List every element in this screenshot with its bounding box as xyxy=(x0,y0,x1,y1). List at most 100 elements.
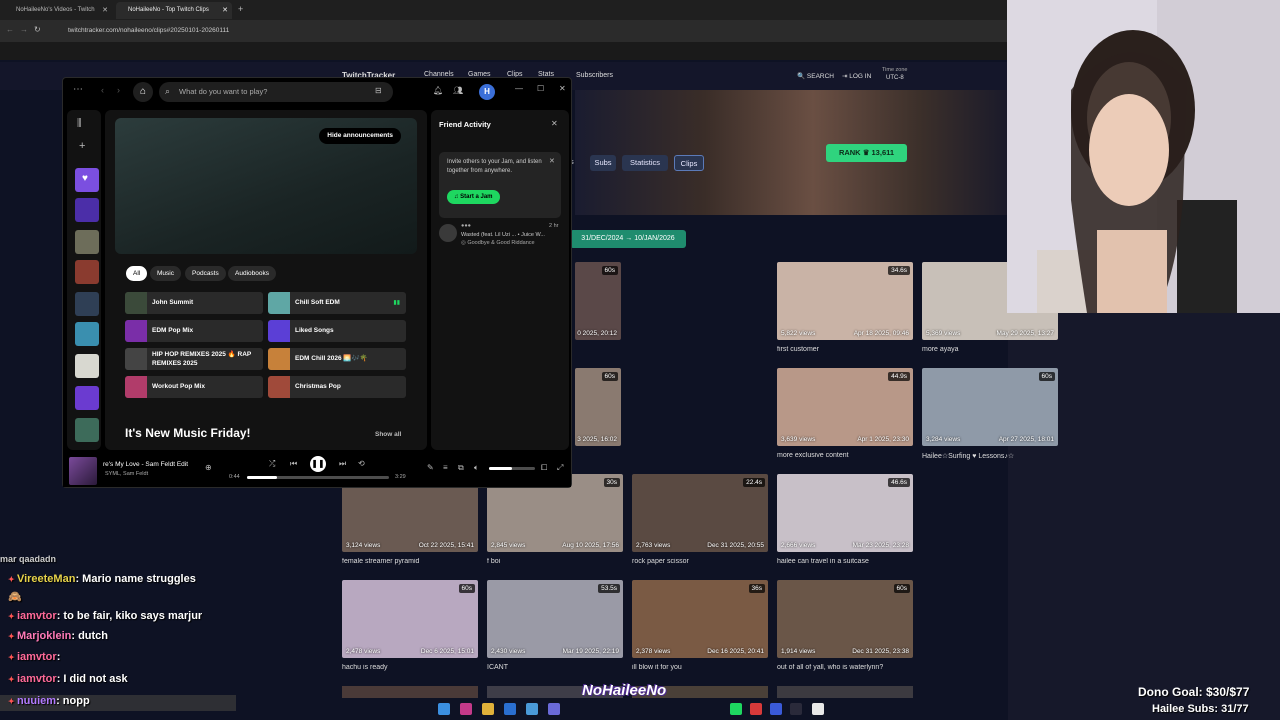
filter-music[interactable]: Music xyxy=(150,266,181,281)
playlist-thumb[interactable] xyxy=(75,322,99,346)
clip-thumbnail[interactable]: 53.5s 2,430 views Mar 19 2025, 22:19 xyxy=(487,580,623,658)
back-icon[interactable]: ← xyxy=(6,25,14,34)
close-icon[interactable]: ✕ xyxy=(559,84,566,93)
clip-thumbnail[interactable]: 44.9s 3,639 views Apr 1 2025, 23:30 xyxy=(777,368,913,446)
close-tab-icon[interactable]: ✕ xyxy=(102,2,108,19)
track-artist[interactable]: SYML, Sam Feldt xyxy=(105,471,148,477)
chat-username[interactable]: VireeteMan xyxy=(17,573,76,585)
hide-announcements-button[interactable]: Hide announcements xyxy=(319,128,401,144)
clip-thumbnail[interactable]: 60s 0 2025, 20:12 xyxy=(575,262,621,340)
connect-device-icon[interactable]: ⧉ xyxy=(458,463,464,473)
app-icon[interactable] xyxy=(548,703,560,715)
forward-icon[interactable]: → xyxy=(20,25,28,34)
playlist-thumb[interactable] xyxy=(75,198,99,222)
clip-title[interactable]: first customer xyxy=(777,346,913,353)
progress-bar[interactable] xyxy=(247,476,389,479)
browser-tab[interactable]: NoHaileeNo's Videos - Twitch ✕ xyxy=(4,2,112,19)
repeat-icon[interactable]: ⟲ xyxy=(358,459,365,468)
fullscreen-icon[interactable]: ⤢ xyxy=(557,463,563,473)
spotify-search-input[interactable]: What do you want to play? xyxy=(159,82,393,102)
volume-icon[interactable]: 🔈︎ xyxy=(474,463,479,473)
start-jam-button[interactable]: ♫ Start a Jam xyxy=(447,190,500,204)
timezone-select[interactable]: UTC-8 xyxy=(886,75,904,81)
clip-thumbnail[interactable]: 34.6s 5,822 views Apr 18 2025, 09:46 xyxy=(777,262,913,340)
playlist-thumb[interactable] xyxy=(75,418,99,442)
clip-title[interactable]: more ayaya xyxy=(922,346,1058,353)
clip-title[interactable]: hailee can travel in a suitcase xyxy=(777,558,913,565)
obs-icon[interactable] xyxy=(790,703,802,715)
clip-thumbnail[interactable]: 46.6s 2,666 views Mar 23 2025, 23:28 xyxy=(777,474,913,552)
quick-pick-item[interactable]: John Summit xyxy=(125,292,263,314)
mini-player-icon[interactable]: ⧠ xyxy=(541,463,547,473)
filter-all[interactable]: All xyxy=(126,266,148,281)
previous-icon[interactable]: ⏮ xyxy=(290,459,297,469)
forward-arrow-icon[interactable]: › xyxy=(117,85,120,95)
clip-thumbnail[interactable]: 60s 3 2025, 16:02 xyxy=(575,368,621,446)
chat-username[interactable]: Marjoklein xyxy=(17,630,71,642)
chat-username[interactable]: nuuiem xyxy=(17,695,56,707)
date-range-chip[interactable]: 31/DEC/2024 → 10/JAN/2026 xyxy=(570,230,686,248)
quick-pick-item[interactable]: Christmas Pop xyxy=(268,376,406,398)
clip-title[interactable]: more exclusive content xyxy=(777,452,913,459)
playlist-thumb[interactable] xyxy=(75,386,99,410)
app-icon[interactable] xyxy=(460,703,472,715)
close-tab-icon[interactable]: ✕ xyxy=(222,2,228,19)
lyrics-icon[interactable]: ≡ xyxy=(443,463,448,472)
activity-track[interactable]: Wasted (feat. Lil Uzi ... • Juice W... xyxy=(461,232,561,238)
edge-icon[interactable] xyxy=(526,703,538,715)
quick-pick-item[interactable]: HIP HOP REMIXES 2025 🔥 RAP REMIXES 2025 xyxy=(125,348,263,370)
clip-thumbnail-partial[interactable] xyxy=(777,686,913,698)
chat-username[interactable]: iamvtor xyxy=(17,610,57,622)
spotify-icon[interactable] xyxy=(730,703,742,715)
avatar[interactable] xyxy=(439,224,457,242)
next-icon[interactable]: ⏭ xyxy=(339,459,346,469)
show-all-link[interactable]: Show all xyxy=(375,431,401,438)
activity-album[interactable]: ◎ Goodbye & Good Riddance xyxy=(461,240,535,246)
clip-title[interactable]: ill blow it for you xyxy=(632,664,768,671)
clip-title[interactable]: female streamer pyramid xyxy=(342,558,478,565)
clip-thumbnail[interactable]: 60s 2,478 views Dec 6 2025, 15:01 xyxy=(342,580,478,658)
now-playing-view-icon[interactable]: ✎ xyxy=(427,463,434,472)
tab-subs[interactable]: Subs xyxy=(590,155,616,171)
library-icon[interactable]: ⫼ xyxy=(77,118,82,129)
maximize-icon[interactable]: ☐ xyxy=(537,84,544,93)
track-title[interactable]: re's My Love - Sam Feldt Edit xyxy=(103,461,198,468)
quick-pick-item[interactable]: EDM Chill 2026 🌅🎶🌴 xyxy=(268,348,406,370)
clip-thumbnail[interactable]: 36s 2,378 views Dec 16 2025, 20:41 xyxy=(632,580,768,658)
reload-icon[interactable]: ↻ xyxy=(34,25,41,34)
liked-songs-thumb[interactable]: ♥ xyxy=(75,168,99,192)
tab-statistics[interactable]: Statistics xyxy=(622,155,668,171)
quick-pick-item[interactable]: Workout Pop Mix xyxy=(125,376,263,398)
browser-tab-active[interactable]: NoHaileeNo - Top Twitch Clips ✕ xyxy=(116,2,232,19)
playlist-thumb[interactable] xyxy=(75,260,99,284)
quick-pick-item[interactable]: Liked Songs xyxy=(268,320,406,342)
chat-username[interactable]: iamvtor xyxy=(17,651,57,663)
new-tab-icon[interactable]: + xyxy=(238,4,243,14)
clip-title[interactable]: Hailee☆Surfing ♥ Lessons♪☆ xyxy=(922,452,1058,460)
avatar[interactable]: H xyxy=(479,84,495,100)
clip-title[interactable]: rock paper scissor xyxy=(632,558,768,565)
album-art[interactable] xyxy=(69,457,97,485)
address-input[interactable]: twitchtracker.com/nohaileeno/clips#20250… xyxy=(60,23,620,39)
login-button[interactable]: ⇥ LOG IN xyxy=(842,72,871,80)
clip-thumbnail-partial[interactable] xyxy=(342,686,478,698)
filter-podcasts[interactable]: Podcasts xyxy=(185,266,226,281)
nav-subscribers[interactable]: Subscribers xyxy=(576,72,613,79)
playlist-thumb[interactable] xyxy=(75,230,99,254)
clip-thumbnail[interactable]: 22.4s 2,763 views Dec 31 2025, 20:55 xyxy=(632,474,768,552)
minimize-icon[interactable]: — xyxy=(515,84,523,93)
clip-thumbnail[interactable]: 60s 3,284 views Apr 27 2025, 18:01 xyxy=(922,368,1058,446)
back-arrow-icon[interactable]: ‹ xyxy=(101,85,104,95)
pause-button[interactable]: ❚❚ xyxy=(310,456,326,472)
more-icon[interactable]: ⋯ xyxy=(73,84,83,95)
site-search-button[interactable]: 🔍 SEARCH xyxy=(797,72,834,80)
clip-title[interactable]: ICANT xyxy=(487,664,623,671)
close-icon[interactable]: ✕ xyxy=(551,119,558,128)
filter-audiobooks[interactable]: Audiobooks xyxy=(228,266,276,281)
bell-icon[interactable]: 🔔︎ xyxy=(433,86,443,95)
clip-thumbnail[interactable]: 60s 1,914 views Dec 31 2025, 23:38 xyxy=(777,580,913,658)
app-icon[interactable] xyxy=(750,703,762,715)
quick-pick-item[interactable]: Chill Soft EDM ▮▮ xyxy=(268,292,406,314)
home-icon[interactable]: ⌂ xyxy=(133,82,153,102)
windows-start-icon[interactable] xyxy=(438,703,450,715)
